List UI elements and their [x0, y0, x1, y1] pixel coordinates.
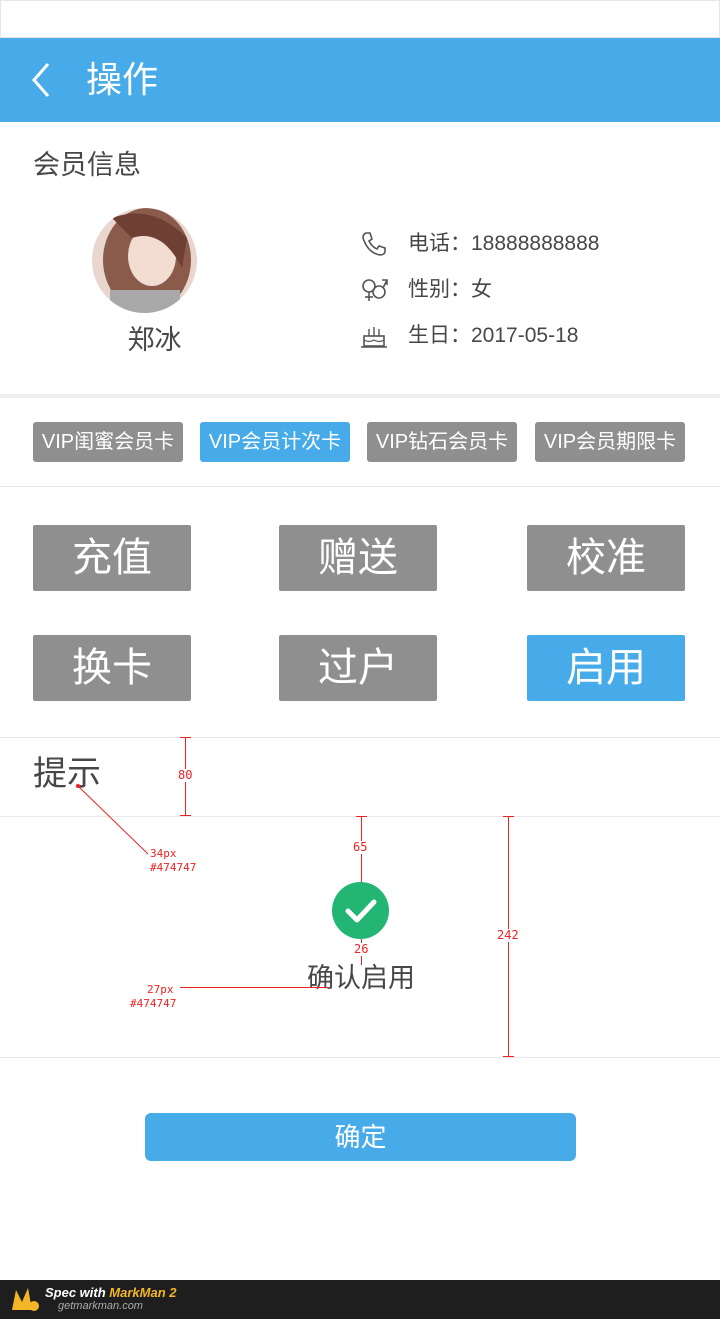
enable-button[interactable]: 启用: [527, 635, 685, 701]
member-name: 郑冰: [127, 325, 182, 355]
section-divider: [0, 394, 720, 398]
footer-site: getmarkman.com: [58, 1300, 143, 1312]
spec-label-242: 242: [496, 928, 520, 942]
spec-label-title-color: #474747: [150, 861, 197, 874]
footer-brand-prefix: Spec with: [45, 1285, 110, 1300]
spec-line: [180, 737, 191, 738]
calibrate-button[interactable]: 校准: [527, 525, 685, 591]
spec-label-26: 26: [353, 942, 370, 956]
phone-icon: [362, 232, 386, 256]
phone-row: 电话：18888888888: [360, 228, 599, 260]
birthday-text: 生日：2017-05-18: [408, 324, 579, 347]
spec-label-65: 65: [352, 840, 369, 854]
spec-line: [356, 816, 367, 817]
avatar: [92, 208, 197, 313]
footer-brand-name: MarkMan 2: [109, 1285, 177, 1300]
success-check-icon: [332, 882, 389, 939]
spec-line: [180, 987, 328, 988]
divider: [0, 737, 720, 738]
divider: [0, 1057, 720, 1058]
page-title: 操作: [86, 59, 159, 100]
spec-line: [503, 816, 514, 817]
phone-text: 电话：18888888888: [408, 232, 600, 255]
markman-logo-icon: [12, 1288, 39, 1311]
spec-label-msg-size: 27px: [147, 983, 174, 996]
markman-footer: Spec with MarkMan 2 getmarkman.com: [0, 1280, 720, 1319]
gift-button[interactable]: 赠送: [279, 525, 437, 591]
member-info-title: 会员信息: [33, 150, 141, 180]
status-bar: [0, 0, 720, 38]
nav-bar: 操作: [0, 38, 720, 122]
spec-label-msg-color: #474747: [130, 997, 177, 1010]
birthday-row: 生日：2017-05-18: [360, 320, 578, 352]
spec-leader-line: [76, 784, 149, 855]
confirm-enable-text: 确认启用: [307, 963, 415, 993]
recharge-button[interactable]: 充值: [33, 525, 191, 591]
card-tab-diamond[interactable]: VIP钻石会员卡: [367, 422, 517, 462]
cake-icon: [361, 327, 387, 348]
divider: [0, 486, 720, 487]
gender-row: 性别：女: [360, 274, 492, 306]
spec-label-80: 80: [177, 768, 194, 782]
spec-label-title-size: 34px: [150, 847, 177, 860]
confirm-button[interactable]: 确定: [145, 1113, 576, 1161]
change-card-button[interactable]: 换卡: [33, 635, 191, 701]
gender-text: 性别：女: [408, 278, 492, 301]
footer-brand: Spec with MarkMan 2: [45, 1285, 177, 1300]
card-tab-count[interactable]: VIP会员计次卡: [200, 422, 350, 462]
back-arrow-icon[interactable]: [28, 60, 58, 100]
transfer-button[interactable]: 过户: [279, 635, 437, 701]
card-tab-term[interactable]: VIP会员期限卡: [535, 422, 685, 462]
gender-icon: [362, 279, 388, 301]
card-tab-bestie[interactable]: VIP闺蜜会员卡: [33, 422, 183, 462]
